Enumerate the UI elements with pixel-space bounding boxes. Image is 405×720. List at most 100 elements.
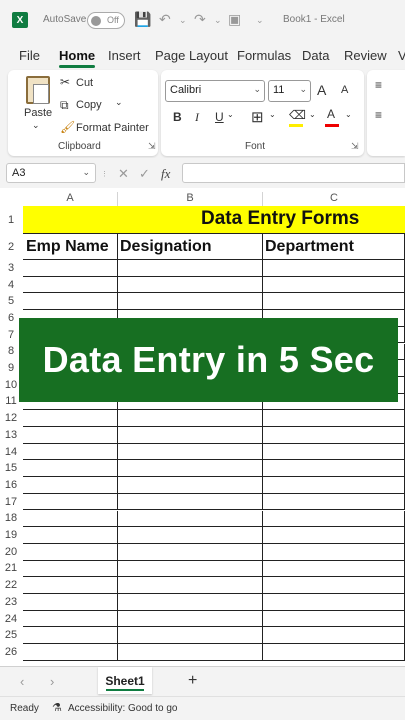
table-cell[interactable] — [23, 644, 118, 661]
paste-label[interactable]: Paste — [24, 107, 52, 119]
table-cell[interactable] — [263, 510, 405, 528]
table-cell[interactable] — [263, 594, 405, 611]
table-cell[interactable] — [263, 610, 405, 628]
underline-button[interactable]: U — [215, 110, 224, 124]
format-painter-button[interactable]: Format Painter — [76, 122, 149, 134]
underline-dropdown-icon[interactable]: ⌄ — [227, 110, 234, 119]
tab-formulas[interactable]: Formulas — [237, 48, 291, 63]
row-header[interactable]: 21 — [0, 562, 22, 574]
copy-dropdown-icon[interactable]: ⌄ — [115, 97, 123, 108]
table-cell[interactable] — [263, 627, 405, 645]
font-family-select[interactable]: Calibri ⌄ — [165, 80, 265, 102]
table-cell[interactable] — [23, 527, 118, 544]
title-cell-row[interactable]: Data Entry Forms — [23, 206, 405, 234]
row-header[interactable]: 14 — [0, 446, 22, 458]
table-cell[interactable] — [23, 594, 118, 611]
table-cell[interactable] — [118, 627, 263, 645]
table-cell[interactable] — [118, 410, 263, 427]
table-cell[interactable] — [23, 260, 118, 277]
customize-toolbar-icon[interactable]: ⌄ — [256, 15, 264, 26]
font-size-select[interactable]: 11 ⌄ — [268, 80, 311, 102]
row-header[interactable]: 25 — [0, 629, 22, 641]
table-cell[interactable] — [23, 276, 118, 294]
accessibility-status[interactable]: Accessibility: Good to go — [68, 703, 178, 714]
select-all-corner[interactable] — [0, 192, 22, 206]
tab-page-layout[interactable]: Page Layout — [155, 48, 228, 63]
table-cell[interactable] — [118, 644, 263, 661]
table-cell[interactable] — [118, 594, 263, 611]
row-header[interactable]: 23 — [0, 596, 22, 608]
spreadsheet-grid[interactable]: A B C Data Entry Forms Emp Name Designat… — [0, 188, 405, 666]
table-cell[interactable] — [118, 527, 263, 544]
row-header[interactable]: 16 — [0, 479, 22, 491]
table-cell[interactable] — [23, 460, 118, 478]
table-cell[interactable] — [118, 560, 263, 578]
table-cell[interactable] — [263, 560, 405, 578]
table-cell[interactable] — [118, 610, 263, 628]
table-cell[interactable] — [118, 427, 263, 444]
table-cell[interactable] — [23, 477, 118, 494]
row-header[interactable]: 19 — [0, 529, 22, 541]
font-color-icon[interactable]: A — [327, 107, 335, 121]
tab-file[interactable]: File — [19, 48, 40, 63]
tab-view[interactable]: V — [398, 48, 405, 63]
column-header-b[interactable]: B — [118, 192, 263, 206]
chevron-left-icon[interactable]: ‹ — [20, 674, 24, 689]
column-header-a[interactable]: A — [23, 192, 118, 206]
row-header[interactable]: 22 — [0, 579, 22, 591]
tab-review[interactable]: Review — [344, 48, 387, 63]
increase-font-size-icon[interactable]: A — [317, 82, 326, 98]
table-cell[interactable] — [263, 644, 405, 661]
insert-function-icon[interactable]: fx — [161, 166, 170, 182]
copy-icon[interactable]: ⧉ — [60, 98, 69, 113]
paste-icon[interactable] — [26, 76, 50, 104]
autosave-toggle[interactable]: Off — [87, 12, 125, 29]
row-header[interactable]: 17 — [0, 496, 22, 508]
table-cell[interactable] — [23, 543, 118, 561]
table-cell[interactable] — [118, 577, 263, 594]
copy-button[interactable]: Copy — [76, 99, 102, 111]
row-header[interactable]: 13 — [0, 429, 22, 441]
table-cell[interactable] — [118, 477, 263, 494]
font-launcher-icon[interactable]: ⇲ — [351, 141, 359, 152]
table-cell[interactable] — [118, 510, 263, 528]
redo-dropdown-icon[interactable]: ⌄ — [214, 15, 222, 26]
row-header[interactable]: 15 — [0, 462, 22, 474]
row-header[interactable]: 1 — [0, 214, 22, 226]
row-header[interactable]: 24 — [0, 613, 22, 625]
tab-data[interactable]: Data — [302, 48, 329, 63]
table-cell[interactable] — [23, 577, 118, 594]
fill-color-icon[interactable]: ⌫ — [289, 108, 306, 122]
font-color-dropdown-icon[interactable]: ⌄ — [345, 110, 352, 119]
table-cell[interactable] — [118, 543, 263, 561]
table-cell[interactable] — [23, 610, 118, 628]
row-header[interactable]: 12 — [0, 412, 22, 424]
table-cell[interactable] — [263, 260, 405, 277]
camera-icon[interactable]: ▣ — [228, 11, 241, 28]
table-cell[interactable] — [118, 460, 263, 478]
row-header[interactable]: 26 — [0, 646, 22, 658]
table-cell[interactable] — [23, 443, 118, 461]
bold-button[interactable]: B — [173, 110, 182, 124]
scissors-icon[interactable]: ✂ — [60, 75, 70, 89]
clipboard-launcher-icon[interactable]: ⇲ — [148, 141, 156, 152]
row-header[interactable]: 3 — [0, 262, 22, 274]
borders-dropdown-icon[interactable]: ⌄ — [269, 110, 276, 119]
cut-button[interactable]: Cut — [76, 77, 93, 89]
row-header[interactable]: 5 — [0, 295, 22, 307]
table-cell[interactable] — [263, 293, 405, 311]
add-sheet-button[interactable]: + — [188, 672, 197, 690]
table-cell[interactable] — [118, 493, 263, 511]
table-cell[interactable] — [23, 427, 118, 444]
paintbrush-icon[interactable]: 🖌 — [60, 120, 75, 134]
table-cell[interactable] — [118, 443, 263, 461]
table-cell[interactable] — [118, 260, 263, 277]
table-cell[interactable] — [23, 510, 118, 528]
table-cell[interactable] — [23, 293, 118, 311]
enter-check-icon[interactable]: ✓ — [139, 166, 150, 182]
column-header-c[interactable]: C — [263, 192, 405, 206]
undo-icon[interactable]: ↶ — [159, 11, 171, 28]
redo-icon[interactable]: ↷ — [194, 11, 206, 28]
table-cell[interactable] — [263, 477, 405, 494]
table-cell[interactable] — [263, 527, 405, 544]
